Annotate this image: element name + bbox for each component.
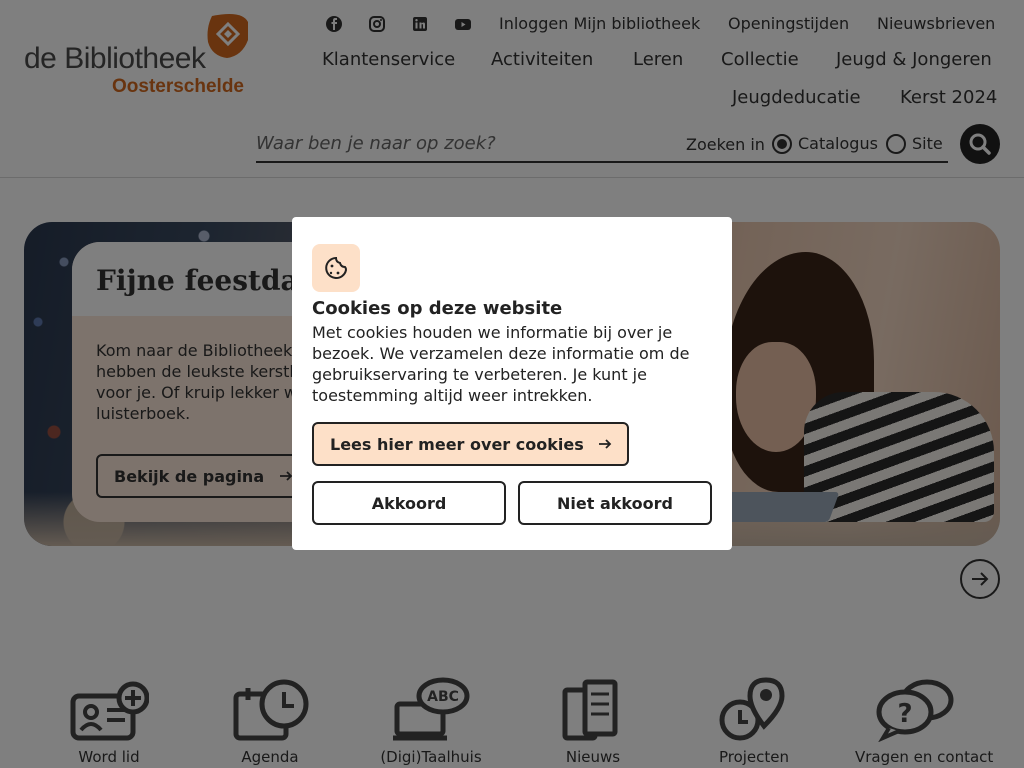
cookie-icon	[325, 256, 348, 279]
arrow-right-icon	[599, 438, 612, 449]
cookie-dialog: Cookies op deze website Met cookies houd…	[292, 217, 732, 550]
cookie-text: Met cookies houden we informatie bij ove…	[312, 323, 690, 405]
cookie-more-button[interactable]: Lees hier meer over cookies	[312, 422, 629, 466]
cookie-accept-button[interactable]: Akkoord	[312, 481, 506, 525]
cookie-decline-button[interactable]: Niet akkoord	[518, 481, 712, 525]
cookie-badge	[312, 244, 360, 292]
cookie-title: Cookies op deze website	[312, 298, 563, 319]
cookie-more-label: Lees hier meer over cookies	[330, 434, 584, 454]
